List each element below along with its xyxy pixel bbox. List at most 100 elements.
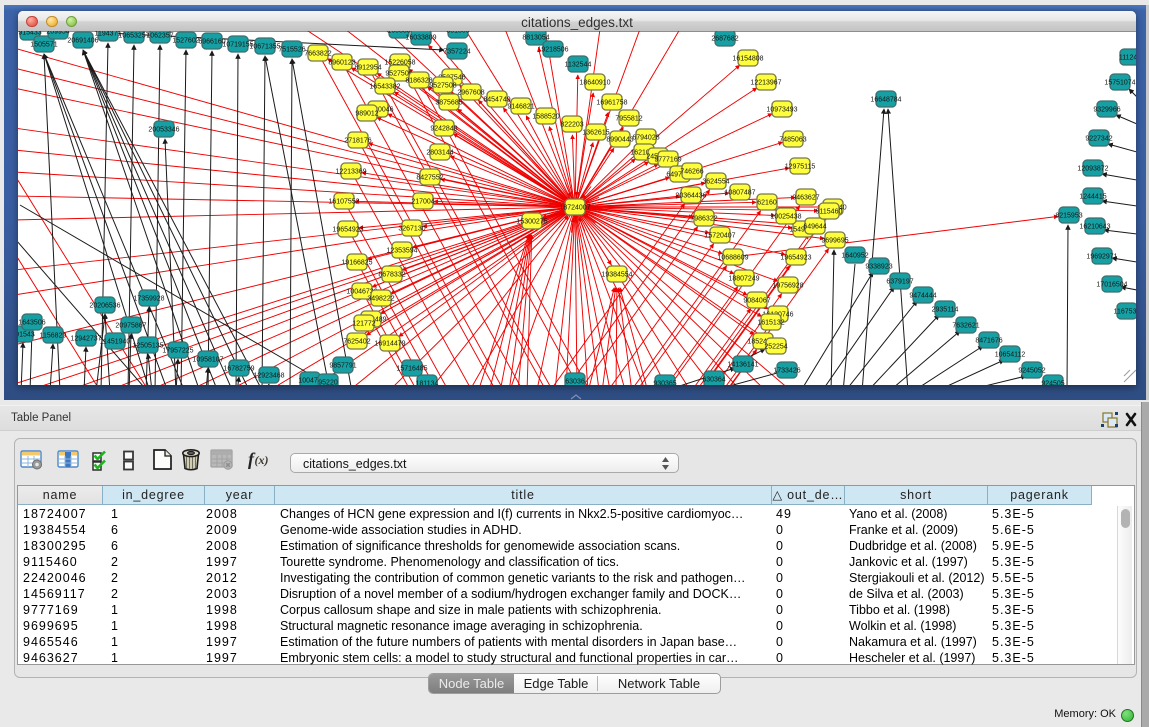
svg-text:649644: 649644	[803, 224, 826, 231]
svg-text:20691406: 20691406	[67, 38, 98, 45]
svg-text:2687682: 2687682	[711, 36, 738, 43]
svg-text:8678332: 8678332	[378, 272, 405, 279]
svg-text:12213967: 12213967	[750, 80, 781, 87]
svg-text:1615132: 1615132	[757, 320, 784, 327]
svg-text:1156829: 1156829	[40, 333, 67, 340]
svg-text:1244415: 1244415	[1079, 194, 1106, 201]
svg-text:2803144: 2803144	[426, 150, 453, 157]
svg-text:10654112: 10654112	[995, 352, 1026, 359]
svg-text:3875685: 3875685	[435, 100, 462, 107]
svg-text:19218506: 19218506	[537, 47, 568, 54]
svg-text:822203: 822203	[560, 122, 583, 129]
svg-text:8215953: 8215953	[1055, 213, 1082, 220]
svg-text:14136141: 14136141	[727, 362, 758, 369]
svg-text:252254: 252254	[764, 344, 787, 351]
svg-text:12505135: 12505135	[132, 343, 163, 350]
svg-text:7663822: 7663822	[304, 51, 331, 58]
svg-text:15716485: 15716485	[396, 366, 427, 373]
svg-text:209954: 209954	[46, 31, 69, 36]
svg-text:12093872: 12093872	[1077, 166, 1108, 173]
svg-text:630364: 630364	[702, 377, 725, 384]
svg-text:924505: 924505	[1041, 381, 1064, 386]
svg-text:7625402: 7625402	[343, 339, 370, 346]
svg-text:1640952: 1640952	[841, 253, 868, 260]
svg-text:7632621: 7632621	[952, 323, 979, 330]
svg-text:20364436: 20364436	[675, 193, 706, 200]
svg-text:1362615: 1362615	[582, 130, 609, 137]
svg-text:19756928: 19756928	[772, 283, 803, 290]
svg-text:17359928: 17359928	[133, 296, 164, 303]
svg-text:19654923: 19654923	[780, 255, 811, 262]
svg-text:9777169: 9777169	[654, 157, 681, 164]
svg-text:9474444: 9474444	[909, 293, 936, 300]
svg-text:3498222: 3498222	[367, 296, 394, 303]
svg-text:16648784: 16648784	[870, 97, 901, 104]
svg-text:217004: 217004	[411, 199, 434, 206]
svg-text:8912954: 8912954	[354, 65, 381, 72]
svg-text:20206536: 20206536	[89, 303, 120, 310]
svg-text:62160: 62160	[757, 200, 777, 207]
svg-text:16033809: 16033809	[405, 35, 436, 42]
svg-text:17016504: 17016504	[1096, 282, 1127, 289]
svg-text:20053346: 20053346	[148, 127, 179, 134]
svg-text:181134: 181134	[416, 381, 439, 386]
svg-text:19384554: 19384554	[601, 272, 632, 279]
svg-text:930365: 930365	[653, 381, 676, 386]
svg-text:8471676: 8471676	[975, 338, 1002, 345]
svg-text:95220: 95220	[318, 380, 338, 386]
svg-text:16210643: 16210643	[1079, 224, 1110, 231]
svg-text:12942737: 12942737	[70, 336, 101, 343]
svg-text:1588520: 1588520	[532, 114, 559, 121]
svg-text:831305: 831305	[446, 31, 469, 35]
svg-text:12975115: 12975115	[785, 164, 816, 171]
svg-text:11451940: 11451940	[100, 339, 131, 346]
svg-text:8960123: 8960123	[328, 60, 355, 67]
svg-text:10025438: 10025438	[770, 214, 801, 221]
svg-text:3624554: 3624554	[702, 179, 729, 186]
svg-text:3267130: 3267130	[398, 226, 425, 233]
svg-text:1167533: 1167533	[1114, 309, 1136, 316]
svg-text:9329966: 9329966	[1093, 107, 1120, 114]
svg-text:1505571: 1505571	[30, 42, 57, 49]
svg-text:7357224: 7357224	[443, 49, 470, 56]
svg-text:2718176: 2718176	[344, 138, 371, 145]
svg-text:1643506: 1643506	[18, 320, 45, 327]
svg-text:1733426: 1733426	[773, 368, 800, 375]
svg-text:18724007: 18724007	[559, 205, 590, 212]
svg-text:6379197: 6379197	[886, 279, 913, 286]
svg-text:7955812: 7955812	[615, 116, 642, 123]
svg-text:15751074: 15751074	[1104, 80, 1135, 87]
svg-text:6794028: 6794028	[632, 135, 659, 142]
svg-text:18807249: 18807249	[728, 276, 759, 283]
svg-text:16107552: 16107552	[328, 199, 359, 206]
svg-text:16914479: 16914479	[374, 341, 405, 348]
svg-text:10688609: 10688609	[717, 255, 748, 262]
svg-text:9338923: 9338923	[865, 264, 892, 271]
svg-text:1527602: 1527602	[172, 38, 199, 45]
svg-text:7485063: 7485063	[779, 137, 806, 144]
svg-text:12213369: 12213369	[335, 169, 366, 176]
svg-text:63036: 63036	[565, 379, 585, 386]
svg-text:16782759: 16782759	[223, 366, 254, 373]
svg-text:391543: 391543	[18, 332, 35, 339]
svg-text:12353594: 12353594	[386, 248, 417, 255]
svg-text:16543382: 16543382	[369, 84, 400, 91]
svg-text:2967608: 2967608	[457, 90, 484, 97]
svg-text:2935114: 2935114	[932, 307, 959, 314]
svg-text:111245: 111245	[1119, 55, 1136, 62]
svg-text:9227342: 9227342	[1085, 136, 1112, 143]
svg-text:989012: 989012	[355, 111, 378, 118]
svg-text:8427552: 8427552	[416, 175, 443, 182]
svg-text:746266: 746266	[680, 169, 703, 176]
svg-text:10958107: 10958107	[192, 357, 223, 364]
svg-text:15720407: 15720407	[704, 233, 735, 240]
svg-text:1062357: 1062357	[146, 33, 173, 40]
svg-text:8813054: 8813054	[522, 35, 549, 42]
svg-text:10671355: 10671355	[249, 44, 280, 51]
svg-text:8454749: 8454749	[483, 97, 510, 104]
svg-text:(x): (x)	[255, 453, 269, 467]
svg-text:16961758: 16961758	[596, 100, 627, 107]
svg-text:1132544: 1132544	[565, 62, 592, 69]
svg-text:9115460: 9115460	[816, 209, 843, 216]
svg-text:16154808: 16154808	[732, 56, 763, 63]
